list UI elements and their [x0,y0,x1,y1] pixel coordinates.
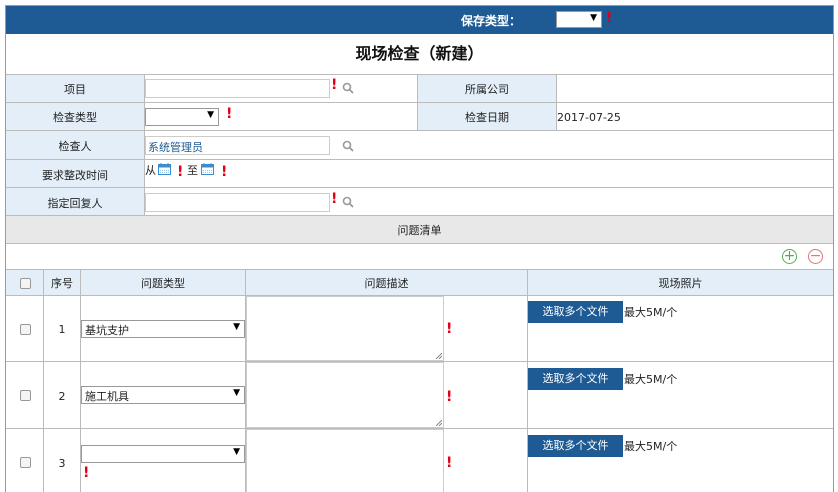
row-checkbox[interactable] [20,390,31,401]
required-icon: ! [221,164,228,180]
select-files-button[interactable]: 选取多个文件 [528,368,623,390]
reply-person-field-cell: ! [145,188,833,216]
row-photo-cell: 选取多个文件 最大5M/个 [528,296,833,362]
issue-toolbar: + − [6,244,833,270]
select-files-button[interactable]: 选取多个文件 [528,435,623,457]
calendar-icon[interactable] [201,163,214,175]
row-desc-cell: ! [246,296,528,362]
reply-person-input[interactable] [145,193,330,212]
rectify-time-label: 要求整改时间 [42,169,108,182]
project-label-cell: 项目 [6,75,145,103]
check-type-label-cell: 检查类型 [6,103,145,131]
resize-grip-icon[interactable] [436,420,442,426]
issue-description-textarea[interactable] [246,296,444,361]
issue-type-select[interactable]: ▼ [81,445,245,463]
required-icon: ! [606,10,613,26]
table-row [6,429,44,492]
from-label: 从 [145,164,156,177]
plus-icon[interactable]: + [782,249,797,264]
row-photo-cell: 选取多个文件 最大5M/个 [528,362,833,429]
required-icon: ! [446,321,453,337]
col-header-no: 序号 [44,270,81,296]
row-type-cell: ▼ ! [81,429,246,492]
row-type-cell: 施工机具 ▼ [81,362,246,429]
check-type-label: 检查类型 [53,111,97,124]
minus-icon[interactable]: − [808,249,823,264]
row-desc-cell: ! [246,429,528,492]
inspector-input[interactable]: 系统管理员 [145,136,330,155]
chevron-down-icon: ▼ [233,447,240,457]
select-all-checkbox[interactable] [20,278,31,289]
row-no: 1 [58,323,66,336]
chevron-down-icon: ▼ [233,388,240,398]
project-field-cell: ! [145,75,418,103]
top-toolbar: 保存类型： ▼ ! [6,6,833,34]
check-type-field-cell: ▼ ! [145,103,418,131]
row-no-cell: 1 [44,296,81,362]
col-header-type: 问题类型 [81,270,246,296]
table-row [6,296,44,362]
issue-list-header: 问题清单 [6,216,833,244]
page-title: 现场检查（新建） [6,34,833,75]
inspector-label: 检查人 [58,140,92,153]
search-icon[interactable] [342,82,354,94]
select-files-button[interactable]: 选取多个文件 [528,301,623,323]
check-date-value: 2017-07-25 [557,111,621,124]
company-label: 所属公司 [465,83,509,96]
search-icon[interactable] [342,196,354,208]
col-header-photo: 现场照片 [528,270,833,296]
file-size-hint: 最大5M/个 [624,306,678,319]
issue-list-title: 问题清单 [397,224,442,237]
save-type-select[interactable]: ▼ [556,11,602,28]
check-date-value-cell: 2017-07-25 [557,103,833,131]
required-icon: ! [331,191,338,207]
issue-description-textarea[interactable] [246,429,444,492]
check-type-select[interactable]: ▼ [145,108,219,126]
file-size-hint: 最大5M/个 [624,373,678,386]
save-type-label: 保存类型： [461,14,522,28]
company-label-cell: 所属公司 [418,75,557,103]
issue-description-textarea[interactable] [246,362,444,428]
row-no: 3 [58,457,66,470]
reply-person-label: 指定回复人 [47,197,103,210]
row-checkbox[interactable] [20,324,31,335]
project-input[interactable] [145,79,330,98]
table-row [6,362,44,429]
row-checkbox[interactable] [20,457,31,468]
company-value-cell [557,75,833,103]
required-icon: ! [331,77,338,93]
project-label: 项目 [64,83,86,96]
required-icon: ! [177,164,184,180]
inspector-field-cell: 系统管理员 [145,131,833,160]
reply-person-label-cell: 指定回复人 [6,188,145,216]
required-icon: ! [83,465,90,481]
form-frame: 保存类型： ▼ ! 现场检查（新建） 项目 ! 所属公司 检查类型 ▼ ! 检查… [5,5,834,492]
inspector-label-cell: 检查人 [6,131,145,160]
row-no-cell: 3 [44,429,81,492]
required-icon: ! [446,455,453,471]
row-photo-cell: 选取多个文件 最大5M/个 [528,429,833,492]
issue-type-select[interactable]: 基坑支护 ▼ [81,320,245,338]
chevron-down-icon: ▼ [590,13,597,23]
required-icon: ! [446,389,453,405]
resize-grip-icon[interactable] [436,353,442,359]
row-desc-cell: ! [246,362,528,429]
check-date-label-cell: 检查日期 [418,103,557,131]
to-label: 至 [187,164,198,177]
chevron-down-icon: ▼ [233,322,240,332]
required-icon: ! [226,106,233,122]
chevron-down-icon: ▼ [207,110,214,120]
select-all-cell [6,270,44,296]
check-date-label: 检查日期 [465,111,509,124]
col-header-desc: 问题描述 [246,270,528,296]
file-size-hint: 最大5M/个 [624,440,678,453]
calendar-icon[interactable] [158,163,171,175]
row-no: 2 [58,390,66,403]
row-no-cell: 2 [44,362,81,429]
rectify-time-field-cell: 从 ! 至 ! [145,160,833,188]
issue-type-select[interactable]: 施工机具 ▼ [81,386,245,404]
search-icon[interactable] [342,140,354,152]
row-type-cell: 基坑支护 ▼ [81,296,246,362]
rectify-time-label-cell: 要求整改时间 [6,160,145,188]
